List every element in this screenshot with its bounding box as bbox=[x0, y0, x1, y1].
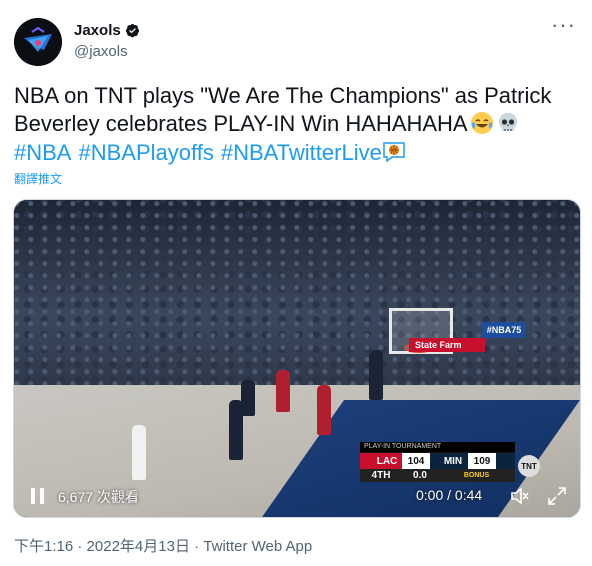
muted-speaker-icon[interactable] bbox=[510, 487, 530, 505]
video-crowd-background bbox=[14, 200, 580, 410]
player-figure bbox=[317, 385, 331, 435]
hashtag-link[interactable]: #NBAPlayoffs bbox=[78, 140, 213, 165]
more-options-icon[interactable]: ··· bbox=[551, 14, 576, 36]
tweet-text-line-1: NBA on TNT plays "We Are The Champions" … bbox=[14, 83, 552, 108]
player-figure bbox=[276, 370, 290, 412]
hashtags: #NBA #NBAPlayoffs #NBATwitterLive bbox=[14, 139, 406, 167]
scorebug: PLAY-IN TOURNAMENT LAC 104 MIN 109 4TH 0… bbox=[360, 442, 515, 482]
tears-of-joy-emoji-icon bbox=[470, 112, 493, 134]
video-time: 0:00 / 0:44 bbox=[416, 487, 483, 503]
tweet-source[interactable]: Twitter Web App bbox=[203, 538, 312, 555]
author-handle[interactable]: @jaxols bbox=[74, 43, 128, 60]
team2-label: MIN bbox=[438, 453, 468, 469]
sponsor-banner: State Farm bbox=[409, 338, 485, 352]
scorebug-scores: LAC 104 MIN 109 bbox=[360, 453, 515, 469]
basketball-hashflag-icon bbox=[383, 142, 405, 163]
author-name[interactable]: Jaxols bbox=[74, 22, 121, 39]
player-figure bbox=[241, 380, 255, 416]
meta-separator: · bbox=[77, 538, 83, 555]
hashtag-link[interactable]: #NBATwitterLive bbox=[221, 140, 382, 165]
team1-score: 104 bbox=[402, 453, 430, 469]
pause-icon[interactable] bbox=[31, 488, 45, 504]
player-figure bbox=[369, 350, 383, 400]
nba75-banner: #NBA75 bbox=[482, 322, 526, 338]
view-count: 6,677 次觀看 bbox=[58, 489, 139, 505]
tweet-text-line-2-text: Beverley celebrates PLAY-IN Win HAHAHAHA bbox=[14, 111, 468, 136]
video-controls: 6,677 次觀看 0:00 / 0:44 bbox=[13, 478, 579, 516]
tweet-text: NBA on TNT plays "We Are The Champions" … bbox=[14, 82, 580, 138]
hashtag-link[interactable]: #NBA bbox=[14, 140, 71, 165]
min-color bbox=[430, 453, 438, 469]
scorebug-spacer bbox=[496, 453, 515, 469]
author-name-row[interactable]: Jaxols bbox=[74, 22, 140, 39]
team2-score: 109 bbox=[468, 453, 496, 469]
tweet-time[interactable]: 下午1:16 bbox=[14, 538, 73, 555]
tnt-logo: TNT bbox=[518, 455, 540, 477]
meta-separator: · bbox=[194, 538, 200, 555]
lac-color bbox=[360, 453, 372, 469]
scorebug-header: PLAY-IN TOURNAMENT bbox=[360, 442, 515, 452]
tweet-date[interactable]: 2022年4月13日 bbox=[87, 538, 190, 555]
avatar-logo-icon bbox=[14, 18, 62, 66]
verified-badge-icon bbox=[125, 23, 140, 38]
fullscreen-icon[interactable] bbox=[547, 486, 567, 506]
player-figure bbox=[132, 425, 146, 480]
avatar[interactable] bbox=[14, 18, 62, 66]
team1-label: LAC bbox=[372, 453, 402, 469]
skull-emoji-icon bbox=[498, 113, 517, 131]
tweet-text-line-2: Beverley celebrates PLAY-IN Win HAHAHAHA bbox=[14, 110, 580, 138]
translate-tweet-link[interactable]: 翻譯推文 bbox=[14, 170, 62, 187]
tweet-meta: 下午1:16 · 2022年4月13日 · Twitter Web App bbox=[14, 535, 312, 556]
